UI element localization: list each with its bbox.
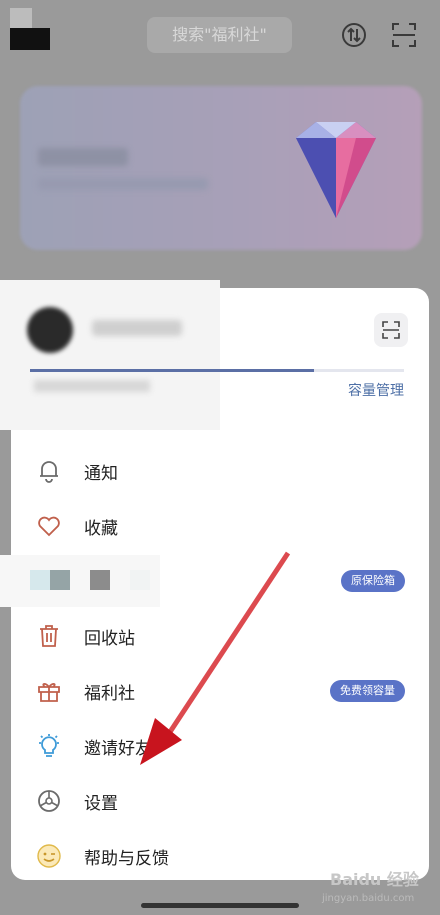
redacted-pixel (50, 570, 70, 590)
storage-text-redacted (34, 380, 150, 392)
storage-progress-fill (30, 369, 315, 372)
search-box[interactable]: 搜索"福利社" (147, 17, 292, 53)
free-capacity-badge: 免费领容量 (330, 680, 405, 702)
home-indicator[interactable] (141, 903, 299, 908)
redacted-pixel (130, 570, 150, 590)
user-name-redacted[interactable] (92, 320, 182, 336)
menu-label-favorites: 收藏 (84, 519, 118, 539)
gift-icon (38, 683, 60, 702)
vault-icon (30, 570, 50, 590)
diamond-icon (296, 122, 376, 218)
bell-icon (40, 461, 58, 483)
menu-item-recycle-bin[interactable]: 回收站 (11, 611, 429, 659)
qr-scan-icon (382, 321, 400, 339)
menu-label-notifications: 通知 (84, 464, 118, 484)
storage-progress-bar (30, 369, 404, 372)
redacted-profile-area (0, 280, 220, 430)
menu-label-settings: 设置 (84, 794, 118, 814)
banner-blurred-subtitle (38, 178, 208, 190)
menu-label-welfare: 福利社 (84, 684, 135, 704)
watermark-url: jingyan.baidu.com (322, 893, 415, 904)
banner-blurred-title (38, 148, 128, 166)
transfer-icon[interactable] (340, 21, 368, 49)
heart-icon (38, 516, 60, 537)
smile-icon (37, 844, 61, 868)
redacted-avatar[interactable] (10, 28, 50, 50)
scan-icon[interactable] (390, 21, 418, 49)
settings-icon (38, 790, 60, 812)
lightbulb-icon (39, 734, 59, 757)
trash-icon (40, 625, 58, 647)
menu-label-help-feedback: 帮助与反馈 (84, 849, 169, 869)
menu-label-invite-friends: 邀请好友 (84, 739, 152, 759)
capacity-manage-link[interactable]: 容量管理 (348, 380, 404, 400)
menu-item-favorites[interactable]: 收藏 (11, 501, 429, 549)
menu-item-settings[interactable]: 设置 (11, 776, 429, 824)
menu-item-notifications[interactable]: 通知 (11, 446, 429, 494)
menu-item-welfare[interactable]: 福利社 免费领容量 (11, 666, 429, 714)
top-bar: 搜索"福利社" (0, 0, 440, 72)
user-avatar[interactable] (27, 307, 73, 353)
redacted-avatar-top (10, 8, 32, 28)
menu-item-invite-friends[interactable]: 邀请好友 (11, 721, 429, 769)
redacted-pixel (90, 570, 110, 590)
menu-label-recycle-bin: 回收站 (84, 629, 135, 649)
qr-scan-button[interactable] (374, 313, 408, 347)
watermark-brand: Baidu 经验 (330, 870, 419, 889)
vault-badge: 原保险箱 (341, 570, 405, 592)
